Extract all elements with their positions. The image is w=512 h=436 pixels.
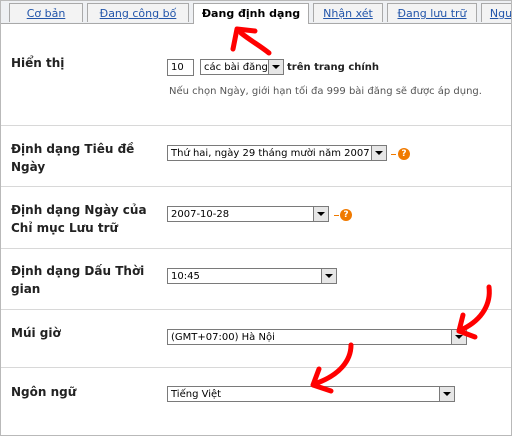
settings-frame: Cơ bản Đang công bố Đang định dạng Nhận …	[0, 0, 512, 436]
annotation-arrows	[230, 26, 492, 394]
arrow-to-timezone	[460, 284, 492, 332]
arrow-to-formatting-tab	[238, 30, 272, 56]
arrow-to-language	[314, 342, 354, 386]
